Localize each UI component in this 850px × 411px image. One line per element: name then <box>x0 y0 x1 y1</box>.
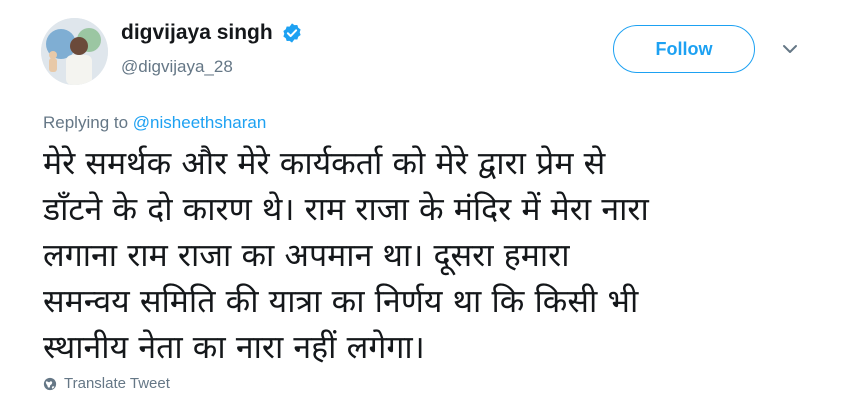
display-name[interactable]: digvijaya singh <box>121 21 273 45</box>
verified-badge-icon <box>283 23 301 43</box>
reply-prefix: Replying to <box>43 113 129 132</box>
author-name-row[interactable]: digvijaya singh <box>121 21 303 45</box>
translate-tweet-link[interactable]: Translate Tweet <box>43 375 170 392</box>
reply-context: Replying to @nisheethsharan <box>43 113 266 133</box>
follow-button[interactable]: Follow <box>613 25 755 73</box>
globe-icon <box>43 377 57 390</box>
reply-mention-link[interactable]: @nisheethsharan <box>133 113 267 132</box>
tweet-line: मेरे समर्थक और मेरे कार्यकर्ता को मेरे द… <box>43 144 606 182</box>
avatar[interactable] <box>41 18 108 85</box>
chevron-down-icon[interactable] <box>780 42 800 56</box>
tweet-line: समन्वय समिति की यात्रा का निर्णय था कि क… <box>43 282 639 320</box>
author-handle[interactable]: @digvijaya_28 <box>121 57 233 77</box>
tweet-text: मेरे समर्थक और मेरे कार्यकर्ता को मेरे द… <box>43 140 803 370</box>
tweet-line: लगाना राम राजा का अपमान था। दूसरा हमारा <box>43 236 570 274</box>
tweet-line: डाँटने के दो कारण थे। राम राजा के मंदिर … <box>43 190 649 228</box>
tweet-line: स्थानीय नेता का नारा नहीं लगेगा। <box>43 328 425 366</box>
avatar-image <box>41 18 108 85</box>
translate-label[interactable]: Translate Tweet <box>64 375 170 392</box>
